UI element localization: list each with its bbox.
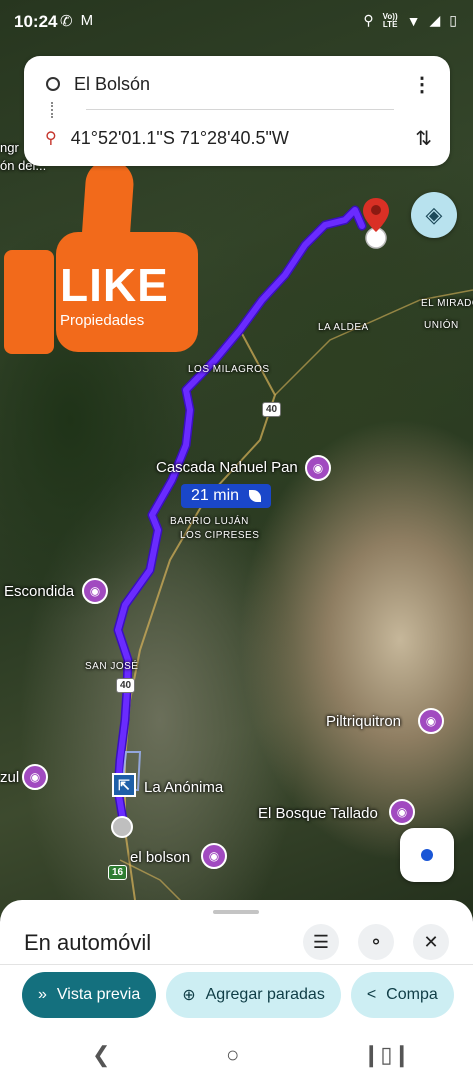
directions-card: El Bolsón ⋮ ⚲ 41°52'01.1"S 71°28'40.5"W … xyxy=(24,56,450,166)
layers-icon: ◈ xyxy=(425,202,443,227)
whatsapp-icon: ✆ xyxy=(60,13,73,30)
add-stops-label: Agregar paradas xyxy=(205,986,325,1003)
battery-icon: ▯ xyxy=(449,12,457,28)
camera-icon[interactable]: ◉ xyxy=(389,799,415,825)
close-icon: ✕ xyxy=(423,931,439,952)
store-icon[interactable]: ⇱ xyxy=(112,773,136,797)
sliders-icon: ☰ xyxy=(312,931,330,952)
place-label-los-milagros: LOS MILAGROS xyxy=(188,364,270,375)
close-button[interactable]: ✕ xyxy=(413,924,449,960)
travel-mode-title: En automóvil xyxy=(24,930,152,955)
wifi-icon: ▼ xyxy=(406,12,421,29)
recent-apps-icon[interactable]: ❙▯❙ xyxy=(362,1042,411,1068)
eta-text: 21 min xyxy=(191,487,240,504)
share-route-button[interactable]: < Compa xyxy=(350,972,454,1018)
camera-icon[interactable]: ◉ xyxy=(201,843,227,869)
place-label-barrio-lujan: BARRIO LUJÁN xyxy=(170,516,249,527)
place-label-piltriquitron[interactable]: Piltriquitron xyxy=(326,713,401,730)
place-label-union: UNIÓN xyxy=(424,320,459,331)
origin-field[interactable]: El Bolsón ⋮ xyxy=(44,64,432,104)
route-shield-16: 16 xyxy=(108,865,128,880)
my-location-icon xyxy=(421,849,433,861)
camera-icon[interactable]: ◉ xyxy=(22,764,48,790)
destination-pin-icon[interactable] xyxy=(361,196,391,255)
add-stops-button[interactable]: ⊕ Agregar paradas xyxy=(166,972,341,1018)
bottom-sheet: En automóvil ☰ ⚬ ✕ » Vista previa ⊕ Agre… xyxy=(0,900,473,1036)
status-time: 10:24 xyxy=(14,12,58,31)
drag-handle[interactable] xyxy=(213,910,259,914)
like-propiedades-logo: LIKE Propiedades xyxy=(4,158,198,356)
place-label-cascada-nahuel-pan[interactable]: Cascada Nahuel Pan xyxy=(156,459,298,476)
place-label-el-mirador: EL MIRADO xyxy=(421,298,473,309)
place-label-el-bolson[interactable]: el bolson xyxy=(130,849,190,866)
sheet-divider xyxy=(0,964,473,965)
system-nav-bar: ❮ ○ ❙▯❙ xyxy=(0,1036,473,1080)
place-label-la-anonima[interactable]: La Anónima xyxy=(144,779,223,796)
route-options-button[interactable]: ☰ xyxy=(303,924,339,960)
fields-divider xyxy=(86,109,394,110)
add-location-icon: ⊕ xyxy=(182,987,196,1004)
place-label-escondida[interactable]: Escondida xyxy=(4,583,74,600)
origin-circle-icon xyxy=(46,77,60,91)
layers-button[interactable]: ◈ xyxy=(411,192,457,238)
route-shield-40-north: 40 xyxy=(262,402,282,417)
camera-icon[interactable]: ◉ xyxy=(305,455,331,481)
preview-button[interactable]: » Vista previa xyxy=(22,972,157,1018)
location-icon: ⚲ xyxy=(363,12,374,28)
preview-label: Vista previa xyxy=(56,986,141,1003)
origin-text[interactable]: El Bolsón xyxy=(74,74,412,95)
back-icon[interactable]: ❮ xyxy=(92,1042,110,1068)
gmail-icon: M xyxy=(80,12,94,29)
camera-icon[interactable]: ◉ xyxy=(418,708,444,734)
camera-icon[interactable]: ◉ xyxy=(82,578,108,604)
destination-marker-icon: ⚲ xyxy=(45,130,57,147)
share-icon: ⚬ xyxy=(368,931,384,952)
place-label-zul[interactable]: zul xyxy=(0,769,19,786)
destination-field[interactable]: ⚲ 41°52'01.1"S 71°28'40.5"W ⇅ xyxy=(44,118,432,158)
home-icon[interactable]: ○ xyxy=(226,1042,239,1068)
signal-icon: ◢ xyxy=(429,12,441,28)
place-label-san-jose: SAN JOSÉ xyxy=(85,661,139,672)
place-label-el-bosque-tallado[interactable]: El Bosque Tallado xyxy=(258,805,378,822)
route-origin-marker xyxy=(111,816,133,838)
my-location-button[interactable] xyxy=(400,828,454,882)
place-label-los-cipreses: LOS CIPRESES xyxy=(180,530,260,541)
route-eta-chip[interactable]: 21 min xyxy=(181,484,272,508)
status-bar: 10:24 ✆ M ⚲ Vo)) LTE ▼ ◢ ▯ xyxy=(0,0,473,44)
eco-leaf-icon xyxy=(249,490,262,502)
logo-subtitle: Propiedades xyxy=(60,312,145,329)
action-chips: » Vista previa ⊕ Agregar paradas < Compa xyxy=(22,972,454,1018)
share-route-label: Compa xyxy=(386,986,438,1003)
place-label-la-aldea: LA ALDEA xyxy=(318,322,369,333)
double-chevron-icon: » xyxy=(38,986,47,1003)
logo-title: LIKE xyxy=(60,259,169,311)
route-shield-40-south: 40 xyxy=(116,678,136,693)
share-icon: < xyxy=(366,986,377,1003)
swap-icon[interactable]: ⇅ xyxy=(415,126,432,151)
route-connector xyxy=(51,102,53,118)
destination-text[interactable]: 41°52'01.1"S 71°28'40.5"W xyxy=(71,128,416,149)
more-options-icon[interactable]: ⋮ xyxy=(412,72,432,97)
volte-icon: Vo)) LTE xyxy=(382,11,398,29)
place-label-ngr: ngr xyxy=(0,140,19,155)
share-button[interactable]: ⚬ xyxy=(358,924,394,960)
